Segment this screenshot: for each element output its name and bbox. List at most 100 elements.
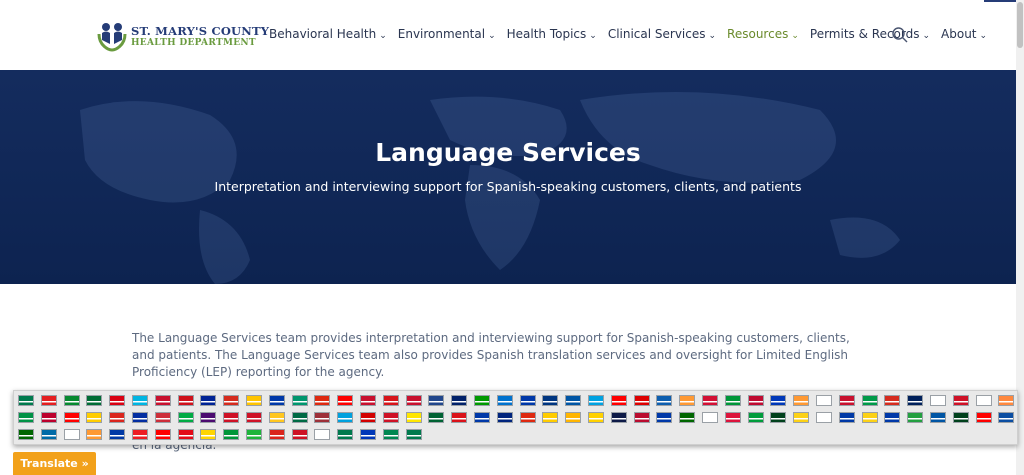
language-flag[interactable]	[223, 395, 240, 406]
language-flag[interactable]	[930, 395, 946, 406]
nav-environmental[interactable]: Environmental ⌄	[398, 27, 496, 41]
language-flag[interactable]	[565, 412, 582, 423]
language-flag[interactable]	[360, 395, 376, 406]
language-flag[interactable]	[816, 412, 832, 423]
language-flag[interactable]	[40, 395, 57, 406]
language-flag[interactable]	[656, 395, 673, 406]
language-flag[interactable]	[861, 395, 878, 406]
language-flag[interactable]	[337, 412, 354, 423]
language-flag[interactable]	[861, 412, 878, 423]
language-flag[interactable]	[360, 429, 376, 440]
language-flag[interactable]	[884, 412, 901, 423]
search-icon[interactable]	[891, 26, 909, 44]
language-flag[interactable]	[405, 395, 422, 406]
language-flag[interactable]	[132, 412, 148, 423]
language-flag[interactable]	[907, 395, 924, 406]
language-flag[interactable]	[154, 395, 171, 406]
nav-health-topics[interactable]: Health Topics ⌄	[507, 27, 597, 41]
language-flag[interactable]	[154, 412, 171, 423]
language-flag[interactable]	[793, 412, 810, 423]
language-flag[interactable]	[200, 429, 217, 440]
language-flag[interactable]	[633, 395, 650, 406]
language-flag[interactable]	[109, 429, 126, 440]
language-flag[interactable]	[496, 412, 513, 423]
language-flag[interactable]	[40, 429, 57, 440]
language-flag[interactable]	[109, 395, 126, 406]
language-flag[interactable]	[63, 429, 80, 440]
language-flag[interactable]	[132, 429, 148, 440]
language-flag[interactable]	[428, 412, 445, 423]
language-flag[interactable]	[633, 412, 650, 423]
language-flag[interactable]	[952, 412, 969, 423]
language-flag[interactable]	[268, 412, 285, 423]
language-flag[interactable]	[428, 395, 445, 406]
language-flag[interactable]	[952, 395, 969, 406]
language-flag[interactable]	[382, 412, 399, 423]
language-flag[interactable]	[610, 395, 627, 406]
language-flag[interactable]	[40, 412, 57, 423]
language-flag[interactable]	[246, 429, 262, 440]
language-flag[interactable]	[702, 412, 718, 423]
language-flag[interactable]	[314, 412, 331, 423]
language-flag[interactable]	[314, 395, 331, 406]
language-flag[interactable]	[747, 412, 764, 423]
language-flag[interactable]	[588, 412, 604, 423]
language-flag[interactable]	[565, 395, 582, 406]
language-flag[interactable]	[907, 412, 924, 423]
language-flag[interactable]	[975, 395, 992, 406]
language-flag[interactable]	[747, 395, 764, 406]
language-flag[interactable]	[588, 395, 604, 406]
language-flag[interactable]	[451, 412, 468, 423]
language-flag[interactable]	[770, 412, 787, 423]
language-flag[interactable]	[291, 395, 308, 406]
language-flag[interactable]	[770, 395, 787, 406]
language-flag[interactable]	[63, 395, 80, 406]
language-flag[interactable]	[314, 429, 331, 440]
language-flag[interactable]	[223, 429, 240, 440]
language-flag[interactable]	[382, 429, 399, 440]
language-flag[interactable]	[63, 412, 80, 423]
language-flag[interactable]	[18, 429, 34, 440]
language-flag[interactable]	[223, 412, 240, 423]
language-flag[interactable]	[86, 412, 103, 423]
language-flag[interactable]	[337, 395, 354, 406]
nav-permits-records[interactable]: Permits & Records ⌄	[810, 27, 930, 41]
language-flag[interactable]	[246, 412, 262, 423]
language-flag[interactable]	[496, 395, 513, 406]
language-flag[interactable]	[86, 429, 103, 440]
language-flag[interactable]	[268, 395, 285, 406]
language-flag[interactable]	[177, 412, 194, 423]
language-flag[interactable]	[724, 395, 741, 406]
language-flag[interactable]	[884, 395, 901, 406]
language-flag[interactable]	[451, 395, 468, 406]
language-flag[interactable]	[702, 395, 718, 406]
language-flag[interactable]	[360, 412, 376, 423]
language-flag[interactable]	[200, 412, 217, 423]
logo[interactable]: ST. MARY'S COUNTY HEALTH DEPARTMENT	[95, 20, 269, 52]
language-flag[interactable]	[177, 429, 194, 440]
language-flag[interactable]	[405, 412, 422, 423]
language-flag[interactable]	[679, 395, 696, 406]
language-flag[interactable]	[998, 395, 1015, 406]
language-flag[interactable]	[838, 412, 855, 423]
nav-about[interactable]: About ⌄	[941, 27, 987, 41]
language-flag[interactable]	[724, 412, 741, 423]
language-flag[interactable]	[838, 395, 855, 406]
language-flag[interactable]	[679, 412, 696, 423]
language-flag[interactable]	[542, 395, 559, 406]
language-flag[interactable]	[382, 395, 399, 406]
language-flag[interactable]	[405, 429, 422, 440]
language-flag[interactable]	[109, 412, 126, 423]
nav-clinical-services[interactable]: Clinical Services ⌄	[608, 27, 716, 41]
nav-behavioral-health[interactable]: Behavioral Health ⌄	[269, 27, 387, 41]
language-flag[interactable]	[268, 429, 285, 440]
language-flag[interactable]	[86, 395, 103, 406]
language-flag[interactable]	[930, 412, 946, 423]
language-flag[interactable]	[18, 412, 34, 423]
language-flag[interactable]	[519, 412, 536, 423]
language-flag[interactable]	[656, 412, 673, 423]
language-flag[interactable]	[474, 412, 490, 423]
language-flag[interactable]	[816, 395, 832, 406]
language-flag[interactable]	[610, 412, 627, 423]
language-flag[interactable]	[998, 412, 1015, 423]
